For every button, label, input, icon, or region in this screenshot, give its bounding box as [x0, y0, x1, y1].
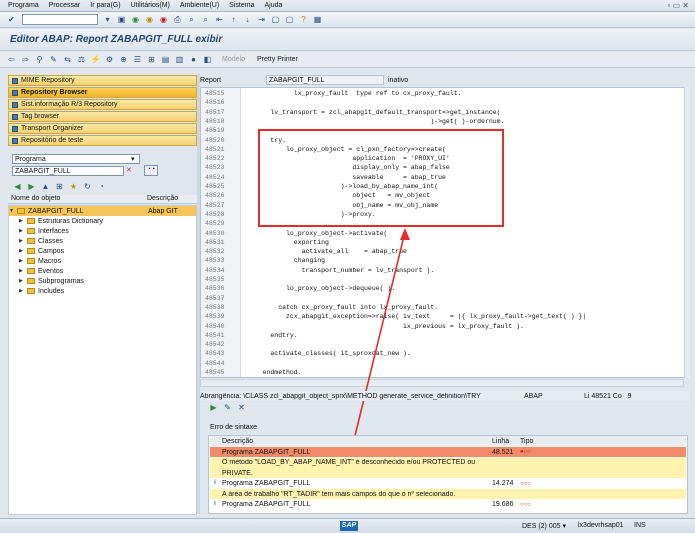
error-panel: Descrição Linha Tipo Programa ZABAPGIT_F… — [208, 435, 688, 514]
col-type: Tipo — [520, 437, 534, 445]
error-toolbar: ▶ ✎ ✕ — [208, 402, 250, 413]
system-info[interactable]: DES (2) 005 ▾ — [522, 522, 566, 530]
col-line: Linha — [492, 437, 510, 445]
edit-icon[interactable]: ✎ — [222, 402, 233, 413]
status-bar: SAP DES (2) 005 ▾ lx3devrhsap01 INS — [0, 518, 695, 533]
error-header: Descrição Linha Tipo — [210, 436, 686, 446]
error-row[interactable]: i Programa ZABAPGIT_FULL 19.686 ○○○ — [210, 499, 686, 510]
error-row[interactable]: Programa ZABAPGIT_FULL 48.521 ●○○ — [210, 447, 686, 457]
error-description: Programa ZABAPGIT_FULL — [222, 480, 311, 487]
host-name: lx3devrhsap01 — [578, 522, 624, 529]
error-line: 19.686 — [492, 501, 514, 508]
error-row[interactable]: i Programa ZABAPGIT_FULL 14.274 ○○○ — [210, 478, 686, 489]
arrow-head — [400, 228, 410, 240]
info-icon — [210, 490, 220, 498]
traffic-light-icon: ○○○ — [520, 501, 531, 508]
sap-logo: SAP — [340, 521, 358, 531]
traffic-light-icon: ○○○ — [520, 480, 531, 487]
error-line: 14.274 — [492, 480, 514, 487]
traffic-light-icon: ●○○ — [520, 449, 531, 455]
info-icon: i — [214, 500, 216, 507]
arrow-line — [349, 231, 406, 457]
close-panel-icon[interactable]: ✕ — [236, 402, 247, 413]
error-description: A área de trabalho "RT_TADIR" tem mais c… — [222, 490, 456, 498]
cursor-position: Li 48521 Co 9 — [584, 392, 632, 400]
system-id: DES (2) 005 — [522, 523, 561, 530]
error-line: 48.521 — [492, 448, 514, 456]
error-row[interactable]: A área de trabalho "RT_TADIR" tem mais c… — [210, 489, 686, 499]
info-icon — [210, 469, 220, 477]
info-icon: i — [214, 479, 216, 486]
insert-mode[interactable]: INS — [634, 522, 646, 529]
error-panel-title: Erro de sintaxe — [210, 424, 258, 431]
error-description: Programa ZABAPGIT_FULL — [222, 448, 311, 456]
error-description: Programa ZABAPGIT_FULL — [222, 501, 311, 508]
info-icon — [210, 448, 220, 456]
editor-status: Abrangência: \CLASS zcl_abapgit_object_s… — [200, 391, 690, 401]
error-description: PRIVATE. — [222, 469, 253, 477]
error-description: O método "LOAD_BY_ABAP_NAME_INT" é desco… — [222, 459, 476, 466]
language-label: ABAP — [524, 392, 543, 400]
col-description: Descrição — [222, 437, 254, 445]
error-row[interactable]: PRIVATE. — [210, 468, 686, 478]
error-row[interactable]: O método "LOAD_BY_ABAP_NAME_INT" é desco… — [210, 457, 686, 468]
info-icon — [210, 459, 220, 467]
navigate-icon[interactable]: ▶ — [208, 402, 219, 413]
scope-text: Abrangência: \CLASS zcl_abapgit_object_s… — [200, 392, 481, 400]
